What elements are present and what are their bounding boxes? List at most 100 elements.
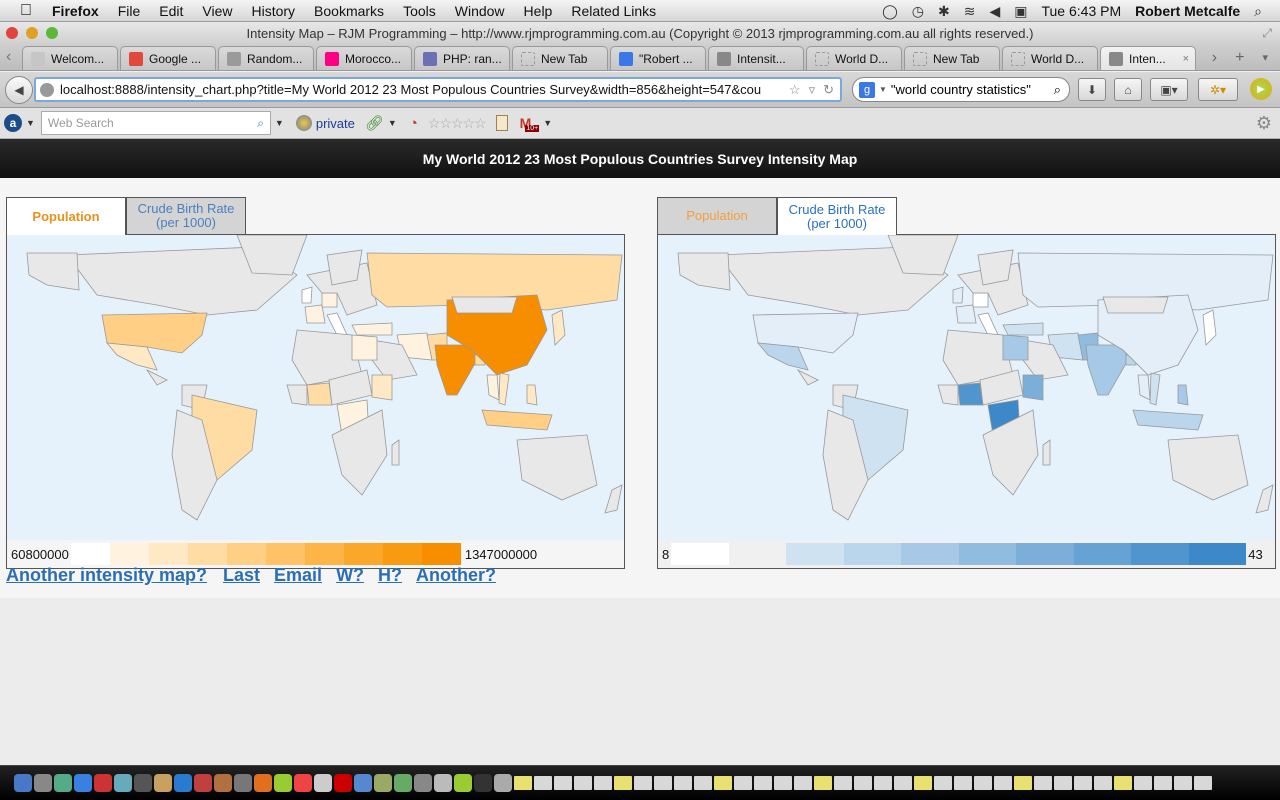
web-search-icon[interactable]: ⌕ bbox=[257, 116, 264, 131]
country-turkey[interactable] bbox=[351, 322, 393, 336]
browser-tab[interactable]: Welcom... bbox=[22, 46, 118, 70]
country-uk[interactable] bbox=[952, 286, 964, 304]
country-japan[interactable] bbox=[551, 309, 566, 346]
country-vietnam[interactable] bbox=[498, 372, 510, 406]
dock-app-icon[interactable] bbox=[254, 774, 272, 792]
home-button[interactable]: ⌂ bbox=[1114, 78, 1142, 101]
last-link[interactable]: Last bbox=[223, 565, 260, 586]
menu-help[interactable]: Help bbox=[524, 3, 553, 19]
url-text[interactable]: localhost:8888/intensity_chart.php?title… bbox=[60, 82, 789, 97]
dock-app-icon[interactable] bbox=[974, 776, 992, 790]
country-ethiopia[interactable] bbox=[1022, 374, 1044, 401]
url-dropdown-icon[interactable]: ▿ bbox=[809, 82, 816, 98]
search-engine-dropdown-icon[interactable]: ▼ bbox=[879, 85, 887, 94]
web-search-input[interactable]: Web Search ⌕ bbox=[40, 111, 271, 135]
country-philippines[interactable] bbox=[526, 384, 538, 406]
dock-app-icon[interactable] bbox=[834, 776, 852, 790]
dock-app-icon[interactable] bbox=[474, 774, 492, 792]
browser-tab[interactable]: New Tab bbox=[904, 46, 1000, 70]
menu-history[interactable]: History bbox=[251, 3, 295, 19]
dock-app-icon[interactable] bbox=[1154, 776, 1172, 790]
menu-firefox[interactable]: Firefox bbox=[52, 3, 99, 19]
dock-app-icon[interactable] bbox=[734, 776, 752, 790]
downloads-button[interactable]: ⬇ bbox=[1078, 78, 1106, 101]
dock-app-icon[interactable] bbox=[354, 774, 372, 792]
country-indonesia[interactable] bbox=[481, 409, 553, 431]
country-scandinavia[interactable] bbox=[977, 249, 1014, 286]
country-france[interactable] bbox=[304, 304, 326, 324]
country-italy[interactable] bbox=[977, 312, 999, 336]
browser-tab[interactable]: Intensit... bbox=[708, 46, 804, 70]
browser-tab[interactable]: Random... bbox=[218, 46, 314, 70]
dock-app-icon[interactable] bbox=[434, 774, 452, 792]
dock-app-icon[interactable] bbox=[374, 774, 392, 792]
country-italy[interactable] bbox=[326, 312, 348, 336]
dock-app-icon[interactable] bbox=[634, 776, 652, 790]
email-link[interactable]: Email bbox=[274, 565, 322, 586]
browser-tab[interactable]: World D... bbox=[806, 46, 902, 70]
dock-app-icon[interactable] bbox=[794, 776, 812, 790]
dock-app-icon[interactable] bbox=[554, 776, 572, 790]
dock-app-icon[interactable] bbox=[454, 774, 472, 792]
menu-edit[interactable]: Edit bbox=[159, 3, 183, 19]
country-thailand[interactable] bbox=[1137, 374, 1151, 401]
dock-app-icon[interactable] bbox=[494, 774, 512, 792]
reload-icon[interactable]: ↻ bbox=[823, 82, 834, 98]
dock-app-icon[interactable] bbox=[654, 776, 672, 790]
dock-app-icon[interactable] bbox=[414, 774, 432, 792]
dock-app-icon[interactable] bbox=[174, 774, 192, 792]
country-australia[interactable] bbox=[1167, 434, 1249, 501]
country-alaska[interactable] bbox=[677, 252, 731, 291]
browser-tab[interactable]: "Robert ... bbox=[610, 46, 706, 70]
country-thailand[interactable] bbox=[486, 374, 500, 401]
menu-bookmarks[interactable]: Bookmarks bbox=[314, 3, 384, 19]
dock-app-icon[interactable] bbox=[234, 774, 252, 792]
dock-app-icon[interactable] bbox=[754, 776, 772, 790]
country-mongolia[interactable] bbox=[1102, 296, 1169, 314]
dock-app-icon[interactable] bbox=[1094, 776, 1112, 790]
bookmarks-menu-button[interactable]: ▣▾ bbox=[1150, 78, 1188, 101]
dock-app-icon[interactable] bbox=[694, 776, 712, 790]
dock-app-icon[interactable] bbox=[114, 774, 132, 792]
clipboard-icon[interactable] bbox=[495, 115, 508, 131]
tab-crude-birth-rate[interactable]: Crude Birth Rate (per 1000) bbox=[777, 197, 897, 235]
wifi-icon[interactable]: ≋ bbox=[964, 3, 976, 20]
spotlight-search-icon[interactable]: ⌕ bbox=[1254, 3, 1262, 20]
dock-app-icon[interactable] bbox=[154, 774, 172, 792]
search-bar[interactable]: g ▼ "world country statistics" ⌕ bbox=[852, 77, 1070, 102]
dock-app-icon[interactable] bbox=[1054, 776, 1072, 790]
dock-app-icon[interactable] bbox=[274, 774, 292, 792]
apple-menu-icon[interactable]:  bbox=[20, 2, 38, 20]
web-search-dropdown-icon[interactable]: ▼ bbox=[275, 118, 284, 128]
dock-app-icon[interactable] bbox=[514, 776, 532, 790]
dock-app-icon[interactable] bbox=[1114, 776, 1132, 790]
dock-app-icon[interactable] bbox=[674, 776, 692, 790]
dock-app-icon[interactable] bbox=[1134, 776, 1152, 790]
browser-tab[interactable]: Morocco... bbox=[316, 46, 412, 70]
history-clock-icon[interactable]: ◔ bbox=[409, 115, 418, 132]
country-egypt[interactable] bbox=[351, 334, 378, 361]
back-button[interactable]: ◀ bbox=[5, 76, 33, 104]
dock-app-icon[interactable] bbox=[1174, 776, 1192, 790]
dock-app-icon[interactable] bbox=[574, 776, 592, 790]
width-link[interactable]: W? bbox=[336, 565, 364, 586]
search-input[interactable]: "world country statistics" bbox=[891, 82, 1050, 97]
close-tab-icon[interactable]: × bbox=[1183, 53, 1189, 65]
country-turkey[interactable] bbox=[1002, 322, 1044, 336]
population-intensity-map[interactable]: 60800000 1347000000 bbox=[6, 234, 625, 569]
bookmark-star-icon[interactable]: ☆ bbox=[789, 82, 801, 98]
toolbar-settings-gear-icon[interactable]: ⚙ bbox=[1256, 113, 1272, 134]
link-dropdown-icon[interactable]: ▼ bbox=[388, 118, 397, 128]
dock-app-icon[interactable] bbox=[194, 774, 212, 792]
time-machine-icon[interactable]: ◷ bbox=[912, 3, 924, 20]
menu-view[interactable]: View bbox=[202, 3, 232, 19]
dock-app-icon[interactable] bbox=[774, 776, 792, 790]
dock-app-icon[interactable] bbox=[334, 774, 352, 792]
browser-tab[interactable]: Inten... × bbox=[1100, 46, 1196, 70]
tab-population[interactable]: Population bbox=[6, 197, 126, 235]
country-japan[interactable] bbox=[1202, 309, 1217, 346]
dock-app-icon[interactable] bbox=[74, 774, 92, 792]
ask-logo-icon[interactable]: a bbox=[4, 114, 22, 132]
dock-app-icon[interactable] bbox=[1034, 776, 1052, 790]
link-chain-icon[interactable]: 🔗︎ bbox=[365, 114, 384, 132]
